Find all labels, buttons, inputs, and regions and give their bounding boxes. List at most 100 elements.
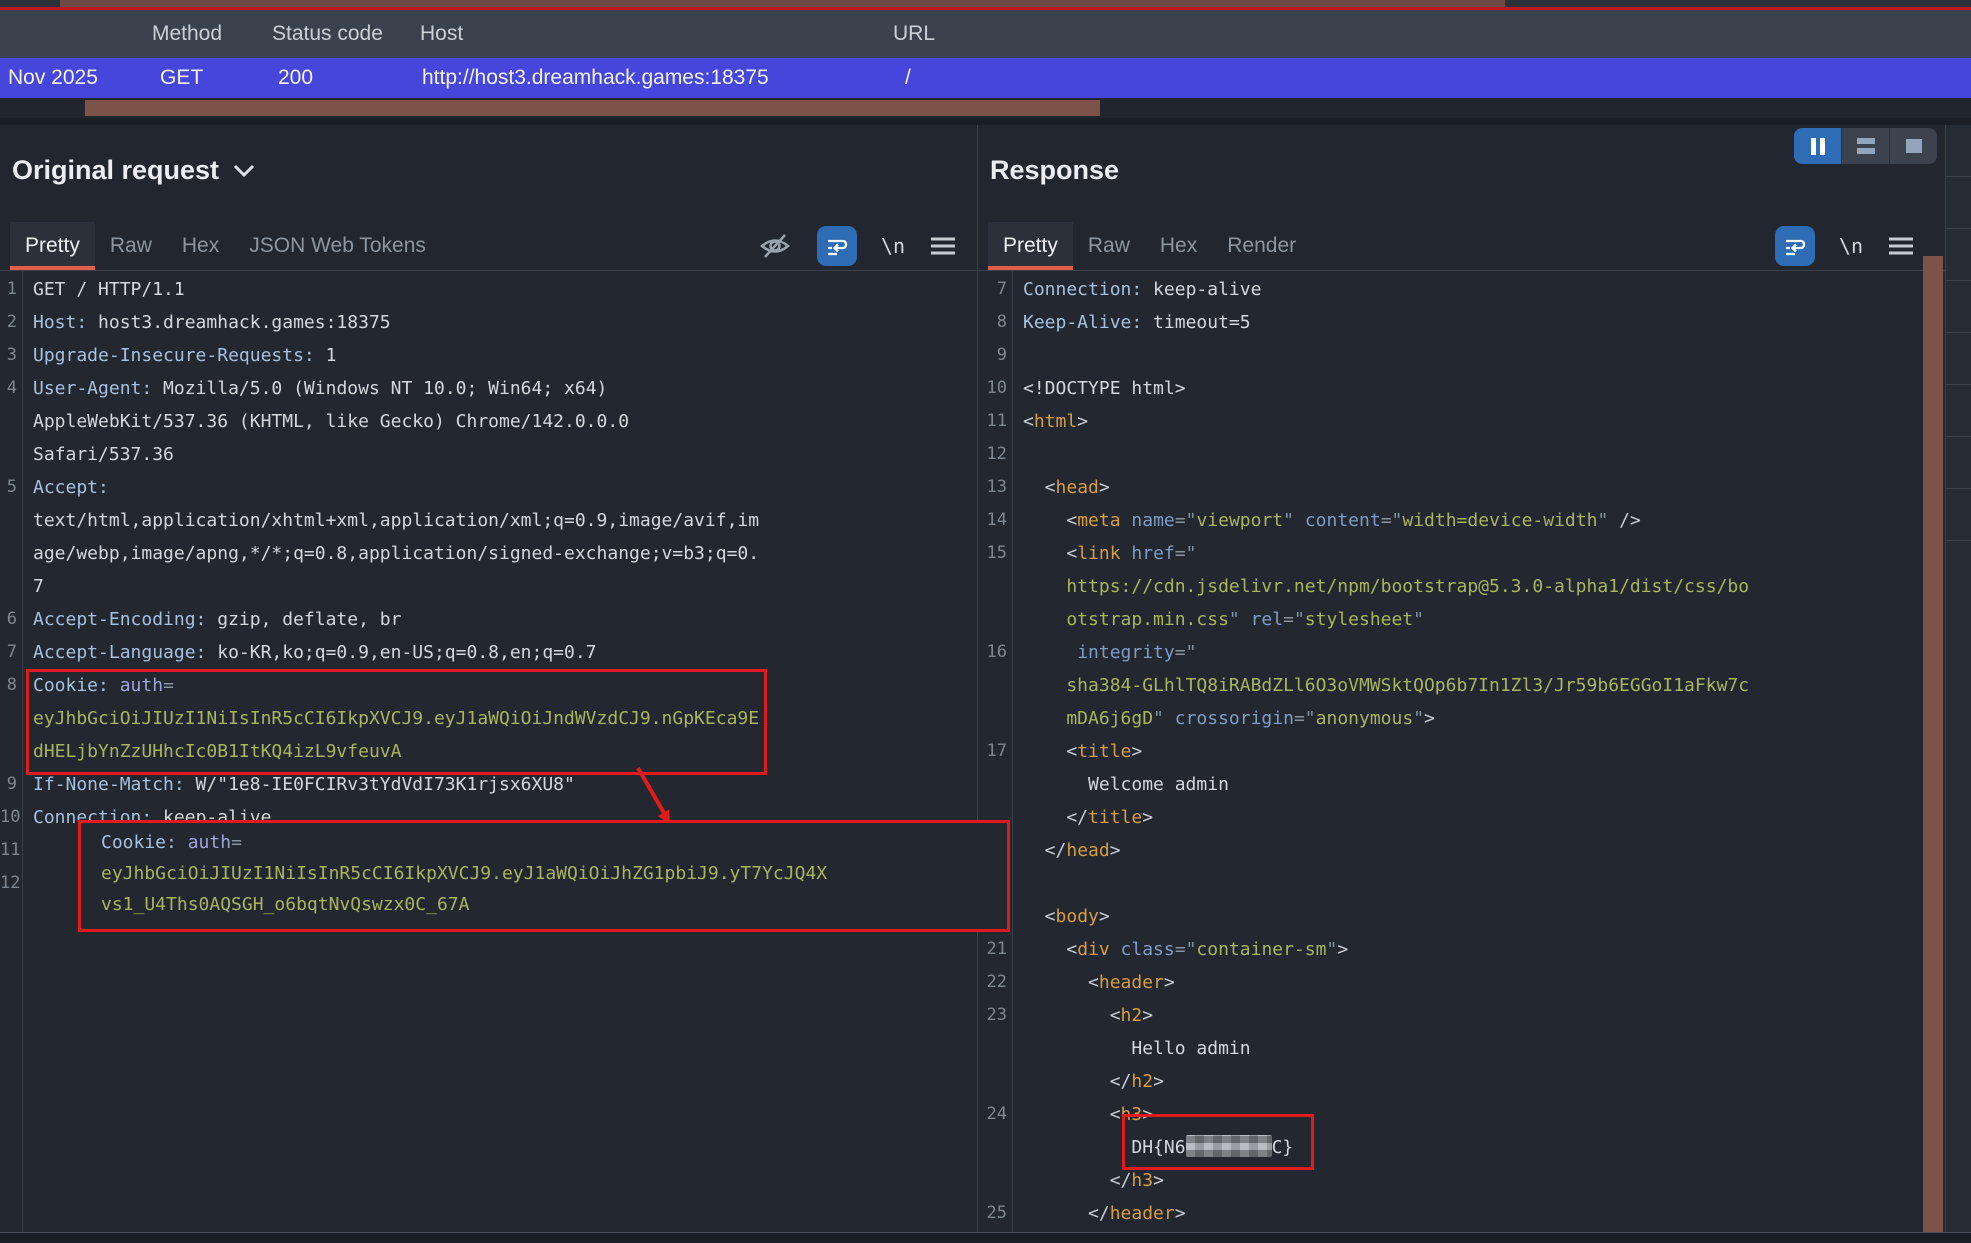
- scrollbar-thumb[interactable]: [60, 0, 1505, 7]
- code-row: 11<html>: [978, 405, 1945, 438]
- code-row: 9: [978, 339, 1945, 372]
- history-row-selected[interactable]: Nov 2025 GET 200 http://host3.dreamhack.…: [0, 58, 1971, 98]
- code-row: sha384-GLhlTQ8iRABdZLl6O3oVMWSktQOp6b7In…: [978, 669, 1945, 702]
- request-code: 1GET / HTTP/1.12Host: host3.dreamhack.ga…: [0, 273, 977, 900]
- line-number: 8: [0, 669, 17, 702]
- single-pane-button[interactable]: [1889, 128, 1937, 164]
- inspector-collapsed-strip[interactable]: [1945, 125, 1971, 1232]
- word-wrap-button[interactable]: [817, 226, 857, 266]
- line-number: [978, 570, 1007, 603]
- tab-pretty[interactable]: Pretty: [988, 222, 1073, 270]
- line-number: 21: [978, 933, 1007, 966]
- line-number: [0, 570, 17, 603]
- line-number: 16: [978, 636, 1007, 669]
- word-wrap-icon: [824, 233, 850, 259]
- tab-hex[interactable]: Hex: [167, 222, 234, 270]
- column-status-code[interactable]: Status code: [272, 10, 383, 58]
- line-number: [978, 702, 1007, 735]
- bottom-strip: [0, 1232, 1971, 1243]
- code-row: 23 <h2>: [978, 999, 1945, 1032]
- line-number: [0, 537, 17, 570]
- tab-json-web-tokens[interactable]: JSON Web Tokens: [234, 222, 441, 270]
- newline-toggle[interactable]: \n: [881, 234, 905, 258]
- line-number: [0, 735, 17, 768]
- line-number: 10: [0, 801, 17, 834]
- line-number: 14: [978, 504, 1007, 537]
- line-number: [978, 768, 1007, 801]
- code-row: 18 </head>: [978, 834, 1945, 867]
- table-horizontal-scrollbar[interactable]: [0, 98, 1971, 118]
- annotation-box-admin-cookie: Cookie: auth=eyJhbGciOiJIUzI1NiIsInR5cCI…: [78, 820, 1010, 932]
- code-row: text/html,application/xhtml+xml,applicat…: [0, 504, 977, 537]
- code-row: 17 <title>: [978, 735, 1945, 768]
- tab-hex[interactable]: Hex: [1145, 222, 1212, 270]
- line-number: [0, 405, 17, 438]
- split-rows-button[interactable]: [1841, 128, 1889, 164]
- code-row: https://cdn.jsdelivr.net/npm/bootstrap@5…: [978, 570, 1945, 603]
- code-row: 15 <link href=": [978, 537, 1945, 570]
- line-number: 8: [978, 306, 1007, 339]
- line-number: 11: [978, 405, 1007, 438]
- tab-pretty[interactable]: Pretty: [10, 222, 95, 270]
- gutter-line: [22, 271, 23, 1232]
- line-number: 22: [978, 966, 1007, 999]
- code-row: 5Accept:: [0, 471, 977, 504]
- code-row: 7Accept-Language: ko-KR,ko;q=0.9,en-US;q…: [0, 636, 977, 669]
- admin-cookie-code: Cookie: auth=eyJhbGciOiJIUzI1NiIsInR5cCI…: [101, 827, 1007, 920]
- response-editor[interactable]: 7Connection: keep-alive8Keep-Alive: time…: [978, 270, 1945, 1232]
- newline-toggle[interactable]: \n: [1839, 234, 1863, 258]
- line-number: 11: [0, 834, 17, 867]
- line-number: [0, 504, 17, 537]
- page-title: Response: [990, 155, 1119, 186]
- divider-strip: [0, 118, 1971, 125]
- line-number: 10: [978, 372, 1007, 405]
- line-number: 9: [0, 768, 17, 801]
- top-horizontal-scrollbar[interactable]: [0, 0, 1971, 7]
- code-row: Cookie: auth=: [101, 827, 1007, 858]
- response-scrollbar-thumb[interactable]: [1923, 256, 1943, 1232]
- code-row: 7: [0, 570, 977, 603]
- line-number: 12: [978, 438, 1007, 471]
- line-number: [978, 1065, 1007, 1098]
- scrollbar-thumb[interactable]: [85, 100, 1100, 116]
- cell-url: /: [905, 58, 911, 98]
- line-number: 5: [0, 471, 17, 504]
- code-row: 10<!DOCTYPE html>: [978, 372, 1945, 405]
- menu-icon[interactable]: [1887, 235, 1915, 257]
- code-row: 25 </header>: [978, 1197, 1945, 1230]
- line-number: 6: [0, 603, 17, 636]
- code-row: mDA6j6gD" crossorigin="anonymous">: [978, 702, 1945, 735]
- tab-raw[interactable]: Raw: [95, 222, 167, 270]
- burp-http-message-view: Method Status code Host URL Nov 2025 GET…: [0, 0, 1971, 1243]
- request-toolbar: \n: [757, 224, 957, 268]
- tab-render[interactable]: Render: [1212, 222, 1311, 270]
- line-number: [0, 702, 17, 735]
- line-number: 15: [978, 537, 1007, 570]
- code-row: 21 <div class="container-sm">: [978, 933, 1945, 966]
- pause-icon: [1811, 138, 1816, 155]
- response-tabs: Pretty Raw Hex Render: [988, 222, 1311, 270]
- code-row: 13 <head>: [978, 471, 1945, 504]
- tab-raw[interactable]: Raw: [1073, 222, 1145, 270]
- code-row: </h2>: [978, 1065, 1945, 1098]
- request-panel-title[interactable]: Original request: [12, 155, 255, 186]
- cell-status: 200: [278, 58, 313, 98]
- annotation-box-guest-cookie: [26, 669, 767, 775]
- line-number: 3: [0, 339, 17, 372]
- line-number: [978, 1164, 1007, 1197]
- code-row: Safari/537.36: [0, 438, 977, 471]
- page-title: Original request: [12, 155, 219, 186]
- column-host[interactable]: Host: [420, 10, 463, 58]
- code-row: 20 <body>: [978, 900, 1945, 933]
- word-wrap-button[interactable]: [1775, 226, 1815, 266]
- menu-icon[interactable]: [929, 235, 957, 257]
- column-method[interactable]: Method: [152, 10, 222, 58]
- line-number: 13: [978, 471, 1007, 504]
- code-row: 4User-Agent: Mozilla/5.0 (Windows NT 10.…: [0, 372, 977, 405]
- history-table-header: Method Status code Host URL: [0, 10, 1971, 58]
- code-row: 14 <meta name="viewport" content="width=…: [978, 504, 1945, 537]
- column-url[interactable]: URL: [893, 10, 935, 58]
- single-pane-icon: [1906, 139, 1922, 153]
- eye-slash-icon[interactable]: [757, 228, 793, 264]
- pause-button[interactable]: [1794, 128, 1841, 164]
